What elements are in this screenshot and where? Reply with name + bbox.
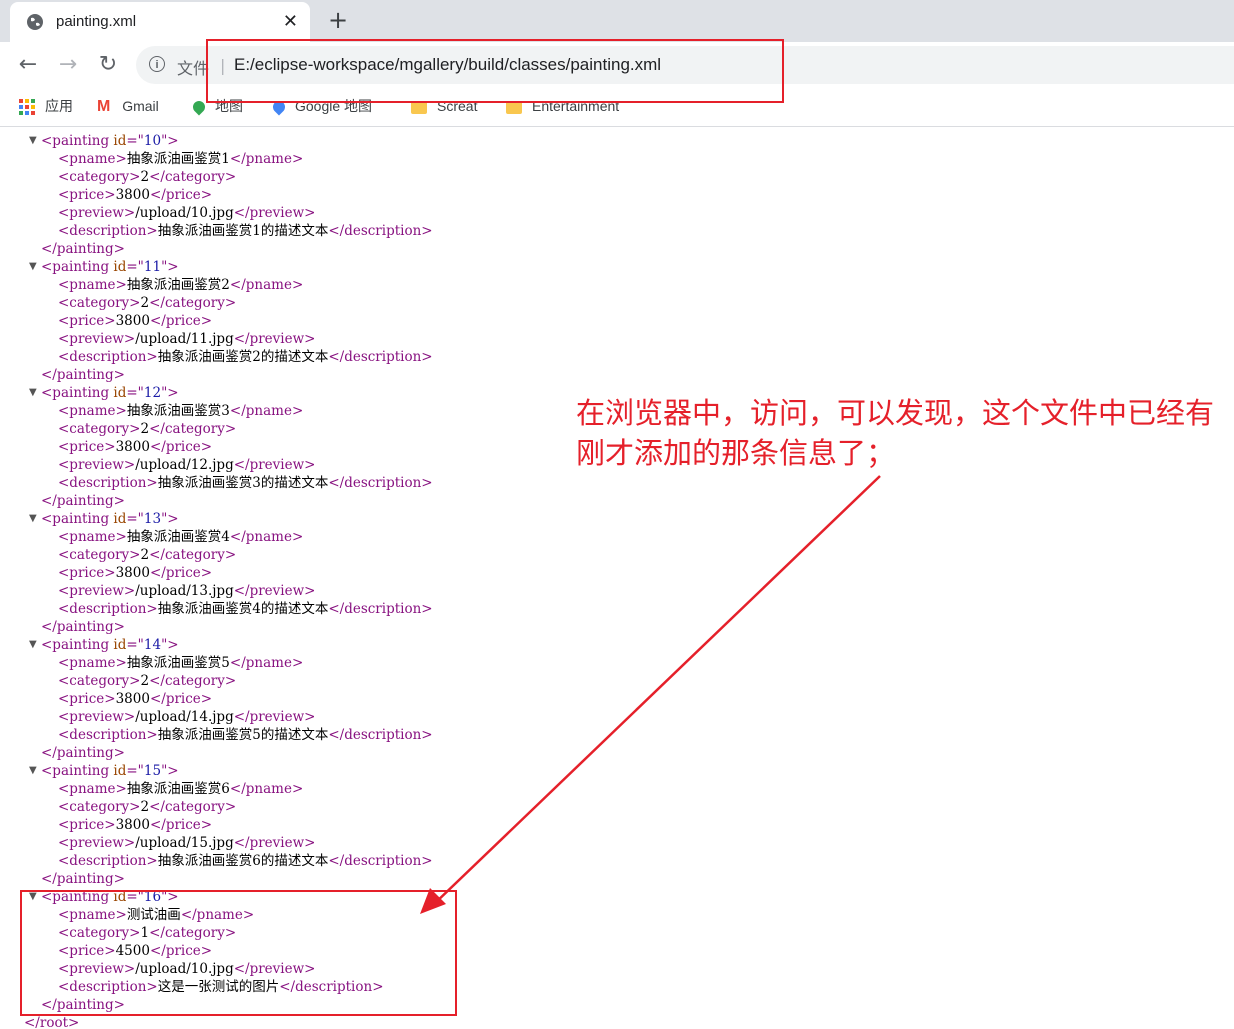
- annotation-arrow: [420, 475, 881, 914]
